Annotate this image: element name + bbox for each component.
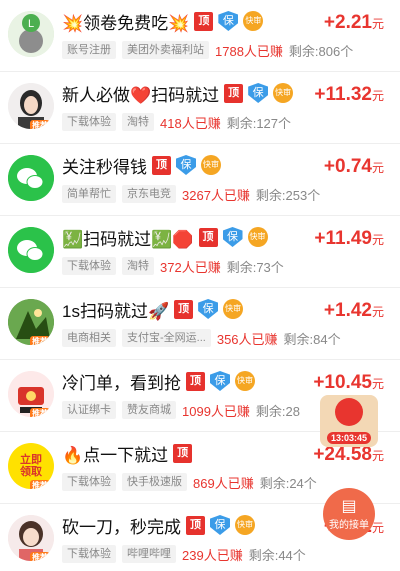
category-tag: 简单帮忙 bbox=[62, 185, 116, 203]
fast-review-badge: 快审 bbox=[235, 371, 255, 391]
platform-tag: 快手极速版 bbox=[122, 473, 187, 491]
guarantee-badge: 保 bbox=[248, 83, 269, 103]
earned-count: 1788人已赚 bbox=[215, 43, 283, 59]
fast-review-badge: 快审 bbox=[235, 515, 255, 535]
reward-price: +1.42元 bbox=[323, 300, 384, 321]
fast-review-badge: 快审 bbox=[247, 227, 268, 247]
task-title: 💥领卷免费吃💥 bbox=[62, 13, 190, 33]
category-tag: 下载体验 bbox=[62, 113, 116, 131]
avatar: 推荐 bbox=[8, 515, 54, 561]
avatar-corner-tag: 推荐 bbox=[30, 408, 50, 417]
guarantee-badge: 保 bbox=[198, 299, 219, 319]
reward-price: +11.32元 bbox=[314, 84, 384, 105]
svg-text:L: L bbox=[28, 18, 34, 30]
guarantee-badge: 保 bbox=[218, 11, 239, 31]
avatar: L bbox=[8, 11, 54, 57]
remaining-count: 剩余:24个 bbox=[259, 475, 317, 491]
reward-price: +11.49元 bbox=[314, 228, 384, 249]
earned-count: 239人已赚 bbox=[182, 547, 243, 563]
fast-review-badge: 快审 bbox=[243, 11, 264, 31]
task-title: 新人必做❤️扫码就过 bbox=[62, 85, 220, 105]
reward-price: +2.21元 bbox=[323, 12, 384, 33]
task-title: 冷门单，看到抢 bbox=[62, 373, 181, 393]
top-badge: 顶 bbox=[152, 155, 171, 175]
task-title: 砍一刀，秒完成 bbox=[62, 517, 181, 537]
remaining-count: 剩余:73个 bbox=[226, 259, 284, 275]
earned-count: 372人已赚 bbox=[160, 259, 221, 275]
task-title: 关注秒得钱 bbox=[62, 157, 147, 177]
guarantee-badge: 保 bbox=[222, 227, 243, 247]
top-badge: 顶 bbox=[198, 227, 218, 247]
task-title: 💹扫码就过💹🛑 bbox=[62, 229, 194, 249]
top-badge: 顶 bbox=[224, 83, 244, 103]
platform-tag: 美团外卖福利站 bbox=[122, 41, 209, 59]
avatar-text-top: 立即 bbox=[20, 454, 42, 466]
top-badge: 顶 bbox=[194, 11, 214, 31]
task-title: 1s扫码就过🚀 bbox=[62, 301, 170, 321]
remaining-count: 剩余:253个 bbox=[255, 187, 321, 203]
category-tag: 下载体验 bbox=[62, 545, 116, 563]
fast-review-badge: 快审 bbox=[273, 83, 294, 103]
task-row[interactable]: L 💥领卷免费吃💥 顶 保 快审 账号注册 美团外卖福利站 1788人已赚 剩余… bbox=[0, 0, 400, 72]
top-badge: 顶 bbox=[173, 443, 193, 463]
avatar: 推荐 bbox=[8, 299, 54, 345]
fast-review-badge: 快审 bbox=[223, 299, 244, 319]
guarantee-badge: 保 bbox=[176, 155, 196, 175]
fast-review-badge: 快审 bbox=[201, 155, 221, 175]
my-orders-label: 我的接单 bbox=[329, 519, 369, 531]
avatar-corner-tag: 推荐 bbox=[30, 552, 50, 561]
remaining-count: 剩余:84个 bbox=[283, 331, 341, 347]
guarantee-badge: 保 bbox=[210, 371, 230, 391]
document-icon: ▤ bbox=[341, 497, 357, 515]
platform-tag: 淘特 bbox=[122, 113, 154, 131]
category-tag: 下载体验 bbox=[62, 473, 116, 491]
platform-tag: 支付宝-全网运... bbox=[122, 329, 211, 347]
earned-count: 1099人已赚 bbox=[182, 403, 250, 419]
top-badge: 顶 bbox=[186, 371, 205, 391]
wechat-icon bbox=[8, 227, 54, 273]
my-orders-button[interactable]: ▤ 我的接单 bbox=[323, 488, 375, 540]
task-row[interactable]: 推荐 1s扫码就过🚀 顶 保 快审 电商相关 支付宝-全网运... 356人已赚… bbox=[0, 288, 400, 360]
top-badge: 顶 bbox=[174, 299, 194, 319]
task-row[interactable]: 关注秒得钱 顶 保 快审 简单帮忙 京东电竞 3267人已赚 剩余:253个 +… bbox=[0, 144, 400, 216]
earned-count: 869人已赚 bbox=[193, 475, 254, 491]
avatar: 推荐 bbox=[8, 83, 54, 129]
category-tag: 下载体验 bbox=[62, 257, 116, 275]
platform-tag: 京东电竞 bbox=[122, 185, 176, 203]
task-row[interactable]: 💹扫码就过💹🛑 顶 保 快审 下载体验 淘特 372人已赚 剩余:73个 +11… bbox=[0, 216, 400, 288]
earned-count: 418人已赚 bbox=[160, 115, 221, 131]
coupon-float-button[interactable]: 13:03:45 bbox=[320, 395, 378, 447]
earned-count: 356人已赚 bbox=[216, 331, 278, 347]
category-tag: 认证绑卡 bbox=[62, 401, 116, 419]
earned-count: 3267人已赚 bbox=[182, 187, 250, 203]
reward-price: +10.45元 bbox=[313, 372, 384, 393]
remaining-count: 剩余:28 bbox=[255, 403, 300, 419]
avatar-corner-tag: 推荐 bbox=[30, 120, 50, 129]
gift-icon bbox=[335, 398, 363, 426]
avatar: 立即 领取 推荐 bbox=[8, 443, 54, 489]
guarantee-badge: 保 bbox=[210, 515, 230, 535]
remaining-count: 剩余:44个 bbox=[248, 547, 306, 563]
category-tag: 账号注册 bbox=[62, 41, 116, 59]
reward-price: +0.74元 bbox=[323, 156, 384, 177]
avatar: 推荐 bbox=[8, 371, 54, 417]
avatar-corner-tag: 推荐 bbox=[30, 480, 50, 489]
task-title: 🔥点一下就过 bbox=[62, 445, 169, 465]
platform-tag: 哔哩哔哩 bbox=[122, 545, 176, 563]
wechat-icon bbox=[8, 155, 54, 201]
remaining-count: 剩余:127个 bbox=[226, 115, 292, 131]
avatar-text-bottom: 领取 bbox=[20, 466, 42, 478]
platform-tag: 淘特 bbox=[122, 257, 154, 275]
category-tag: 电商相关 bbox=[62, 329, 116, 347]
countdown-timer: 13:03:45 bbox=[326, 432, 372, 444]
remaining-count: 剩余:806个 bbox=[288, 43, 354, 59]
task-list: L 💥领卷免费吃💥 顶 保 快审 账号注册 美团外卖福利站 1788人已赚 剩余… bbox=[0, 0, 400, 571]
reward-price: +24.58元 bbox=[313, 444, 384, 465]
avatar-corner-tag: 推荐 bbox=[30, 336, 50, 345]
platform-tag: 赞友商城 bbox=[122, 401, 176, 419]
top-badge: 顶 bbox=[186, 515, 205, 535]
task-row[interactable]: 推荐 新人必做❤️扫码就过 顶 保 快审 下载体验 淘特 418人已赚 剩余:1… bbox=[0, 72, 400, 144]
